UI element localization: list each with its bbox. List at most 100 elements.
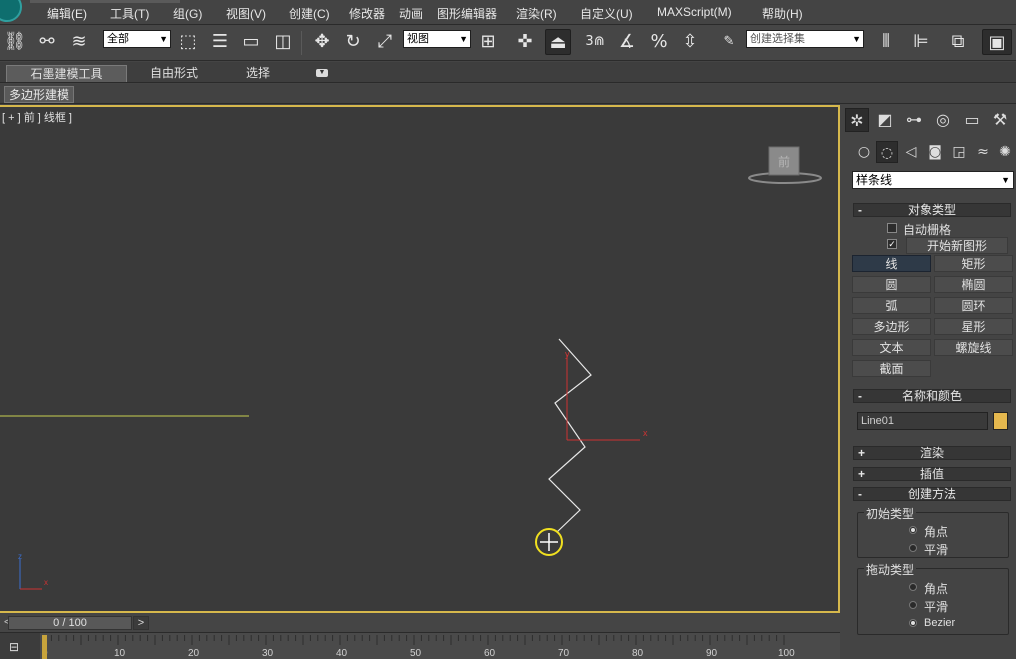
align-icon[interactable]: ⊫	[908, 29, 934, 55]
lights-icon[interactable]: ◁	[900, 141, 922, 163]
shape-category-dropdown[interactable]: 样条线 ▼	[852, 171, 1014, 189]
viewport-canvas[interactable]: 前 x y z x	[0, 107, 840, 613]
menu-rendering[interactable]: 渲染(R)	[516, 5, 557, 22]
menu-customize[interactable]: 自定义(U)	[580, 5, 633, 22]
rollout-object-type[interactable]: - 对象类型	[853, 203, 1011, 217]
manipulate-icon[interactable]: ✜	[512, 29, 538, 55]
systems-icon[interactable]: ✺	[994, 141, 1016, 163]
menu-help[interactable]: 帮助(H)	[762, 5, 803, 22]
initial-corner-radio[interactable]	[909, 526, 917, 534]
ribbon-toggle-icon[interactable]: ▼	[316, 69, 328, 77]
reference-coord-dropdown[interactable]: 视图 ▼	[403, 30, 471, 48]
time-slider[interactable]: < 0 / 100 >	[0, 614, 840, 632]
move-icon[interactable]: ✥	[309, 29, 335, 55]
drag-type-label: 拖动类型	[864, 561, 917, 578]
tab-selection[interactable]: 选择	[228, 65, 288, 82]
curve-editor-icon[interactable]: ⊟	[4, 639, 24, 655]
select-by-name-icon[interactable]: ☰	[207, 29, 233, 55]
start-new-shape-button[interactable]: 开始新图形	[906, 237, 1008, 254]
drag-bezier-radio[interactable]	[909, 619, 917, 627]
object-color-swatch[interactable]	[993, 412, 1008, 430]
initial-smooth-radio[interactable]	[909, 544, 917, 552]
next-frame-button[interactable]: >	[133, 616, 149, 630]
time-slider-handle[interactable]: 0 / 100	[8, 616, 132, 630]
helpers-icon[interactable]: ◲	[948, 141, 970, 163]
section-button[interactable]: 截面	[852, 360, 931, 377]
keyboard-shortcut-icon[interactable]: ⏏	[545, 29, 571, 55]
current-frame-marker[interactable]	[42, 635, 47, 659]
hierarchy-tab-icon[interactable]: ⊶	[902, 108, 926, 132]
menu-maxscript[interactable]: MAXScript(M)	[657, 5, 732, 19]
select-object-icon[interactable]: ⬚	[175, 29, 201, 55]
link-icon[interactable]: ⛓	[2, 29, 28, 55]
helix-button[interactable]: 螺旋线	[934, 339, 1013, 356]
drag-corner-radio[interactable]	[909, 583, 917, 591]
named-selection-placeholder: 创建选择集	[750, 33, 805, 45]
arc-button[interactable]: 弧	[852, 297, 931, 314]
line-button[interactable]: 线	[852, 255, 931, 272]
tab-polygon-modeling[interactable]: 多边形建模	[4, 86, 75, 103]
autogrid-checkbox[interactable]	[887, 223, 897, 233]
cameras-icon[interactable]: ◙	[924, 141, 946, 163]
pivot-icon[interactable]: ⊞	[475, 29, 501, 55]
start-new-shape-checkbox[interactable]: ✓	[887, 239, 897, 249]
tab-freeform[interactable]: 自由形式	[136, 65, 212, 82]
selection-filter-dropdown[interactable]: 全部 ▼	[103, 30, 171, 48]
viewport-label[interactable]: [ + ] 前 ] 线框 ]	[2, 109, 72, 125]
menu-create[interactable]: 创建(C)	[289, 5, 330, 22]
spline-line01[interactable]	[548, 338, 592, 533]
scale-icon[interactable]: ⤢	[372, 29, 398, 55]
spinner-snap-icon[interactable]: ⇳	[677, 29, 703, 55]
drag-smooth-radio[interactable]	[909, 601, 917, 609]
app-logo-icon[interactable]	[0, 0, 22, 22]
create-tab-icon[interactable]: ✲	[845, 108, 869, 132]
motion-tab-icon[interactable]: ◎	[931, 108, 955, 132]
star-button[interactable]: 星形	[934, 318, 1013, 335]
viewcube[interactable]: 前	[748, 146, 822, 184]
rotate-icon[interactable]: ↻	[340, 29, 366, 55]
text-button[interactable]: 文本	[852, 339, 931, 356]
menu-edit[interactable]: 编辑(E)	[47, 5, 87, 22]
snap-toggle-icon[interactable]: 3⋒	[582, 29, 608, 55]
spacewarps-icon[interactable]: ≈	[972, 141, 994, 163]
display-tab-icon[interactable]: ▭	[960, 108, 984, 132]
render-setup-icon[interactable]: ▣	[982, 29, 1012, 55]
percent-snap-icon[interactable]: %	[646, 29, 672, 55]
donut-button[interactable]: 圆环	[934, 297, 1013, 314]
shapes-icon[interactable]: ◌	[876, 141, 898, 163]
ellipse-button[interactable]: 椭圆	[934, 276, 1013, 293]
rollout-title: 插值	[919, 467, 944, 481]
rollout-creation-method[interactable]: - 创建方法	[853, 487, 1011, 501]
angle-snap-icon[interactable]: ∡	[614, 29, 640, 55]
rollout-rendering[interactable]: + 渲染	[853, 446, 1011, 460]
edit-named-selection-icon[interactable]: ✎	[716, 29, 742, 55]
modify-tab-icon[interactable]: ◩	[873, 108, 897, 132]
rectangle-button[interactable]: 矩形	[934, 255, 1013, 272]
circle-button[interactable]: 圆	[852, 276, 931, 293]
mirror-icon[interactable]: ⫴	[873, 29, 899, 55]
rect-selection-icon[interactable]: ▭	[238, 29, 264, 55]
named-selection-dropdown[interactable]: 创建选择集 ▼	[746, 30, 864, 48]
menu-modifiers[interactable]: 修改器	[349, 5, 385, 22]
menu-graph-editors[interactable]: 图形编辑器	[437, 5, 497, 22]
utilities-tab-icon[interactable]: ⚒	[988, 108, 1012, 132]
unlink-icon[interactable]: ⚯	[34, 29, 60, 55]
menu-animation[interactable]: 动画	[399, 5, 423, 22]
axis-z-label: z	[18, 552, 22, 561]
ngon-button[interactable]: 多边形	[852, 318, 931, 335]
rollout-name-color[interactable]: - 名称和颜色	[853, 389, 1011, 403]
menu-group[interactable]: 组(G)	[173, 5, 202, 22]
object-name-field[interactable]: Line01	[857, 412, 988, 430]
initial-corner-label: 角点	[924, 525, 949, 539]
geometry-icon[interactable]: ○	[853, 141, 875, 163]
bind-spacewarp-icon[interactable]: ≋	[66, 29, 92, 55]
menu-tools[interactable]: 工具(T)	[110, 5, 149, 22]
menu-view[interactable]: 视图(V)	[226, 5, 266, 22]
rollout-interpolation[interactable]: + 插值	[853, 467, 1011, 481]
window-crossing-icon[interactable]: ◫	[270, 29, 296, 55]
tab-graphite-modeling[interactable]: 石墨建模工具	[6, 65, 127, 82]
frame-ruler[interactable]: 0 10 20 30 40 50 60 70 80 90 100	[40, 633, 840, 659]
front-viewport[interactable]: 前 x y z x [ + ] 前 ] 线框 ]	[0, 105, 840, 613]
layer-manager-icon[interactable]: ⧉	[945, 29, 971, 55]
tick-label: 80	[632, 648, 644, 659]
